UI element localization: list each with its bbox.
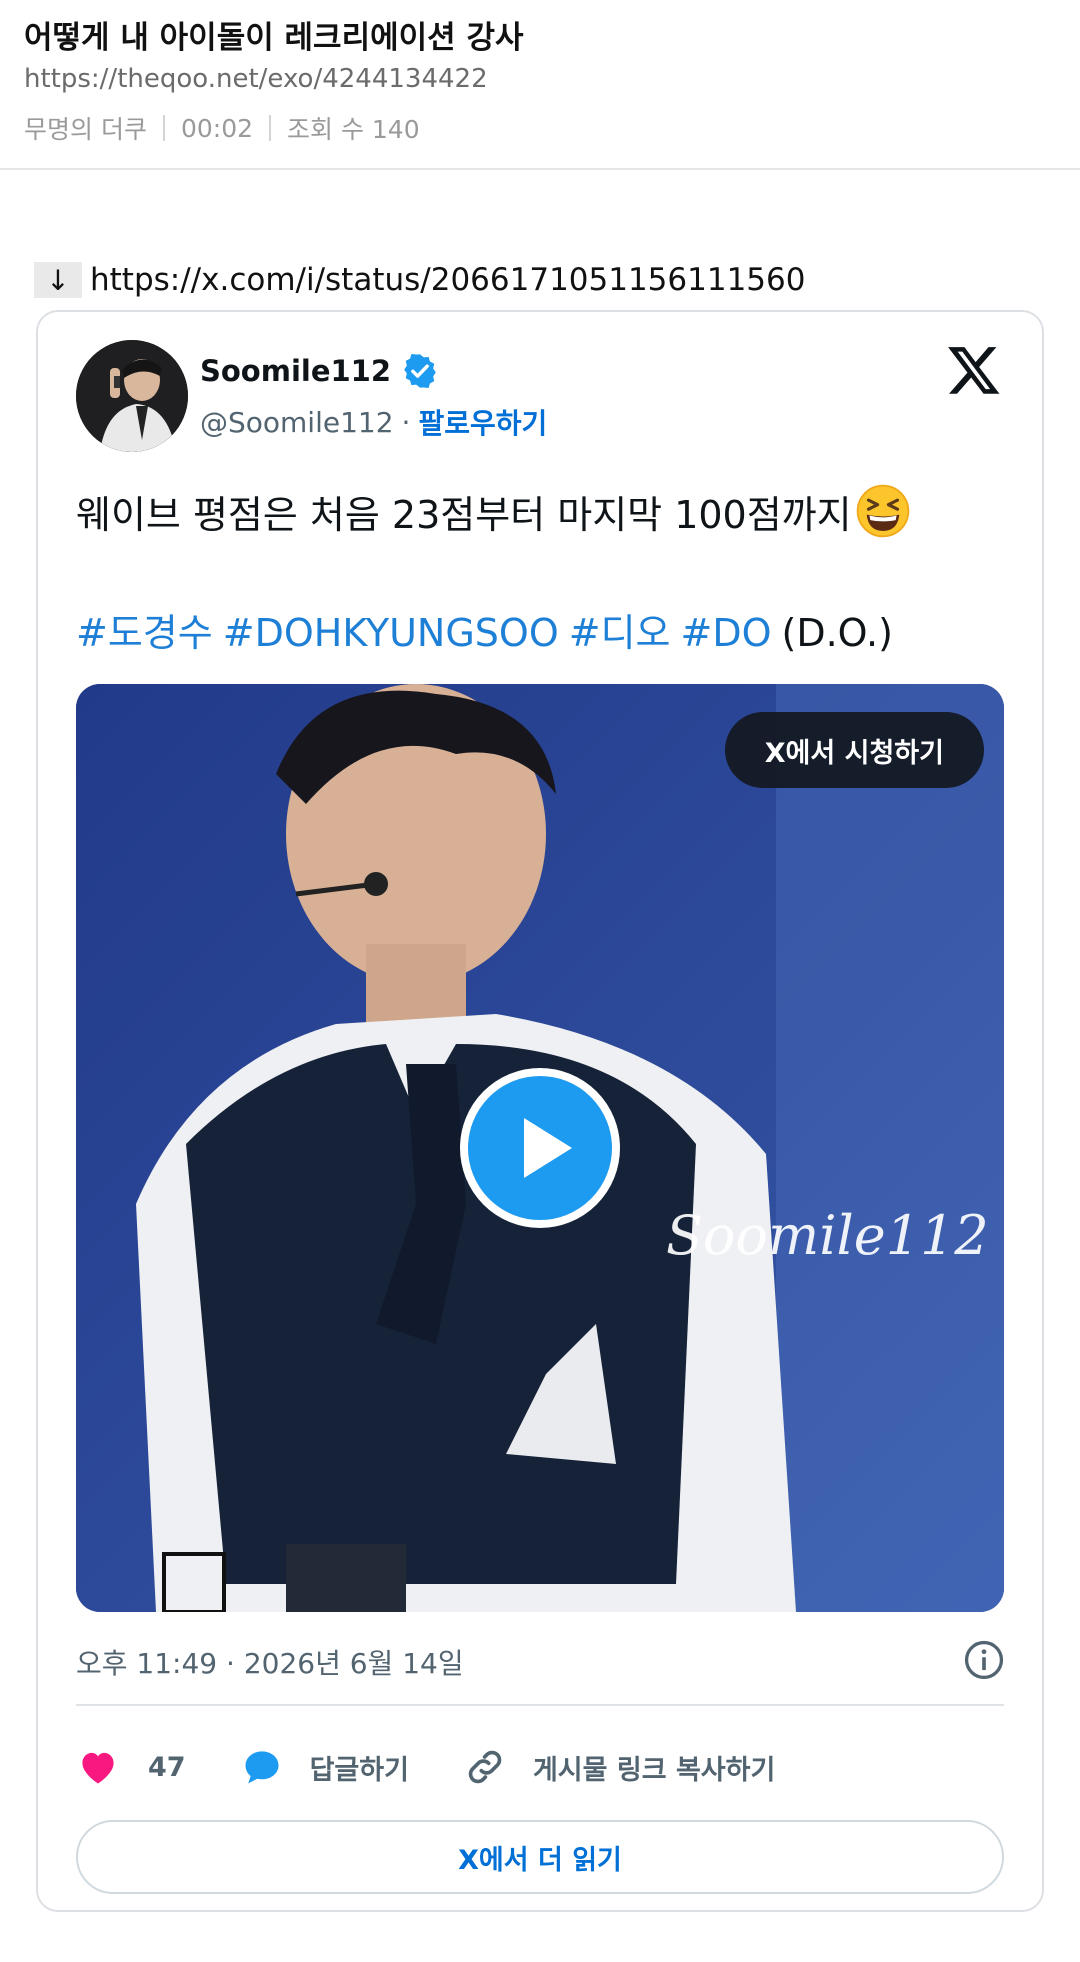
trailing-text: (D.O.) <box>781 611 893 655</box>
post-views: 조회 수 140 <box>287 115 420 144</box>
down-arrow-icon: ↓ <box>34 262 82 298</box>
hashtag-line: #도경수 #DOHKYUNGSOO #디오 #DO (D.O.) <box>76 602 893 657</box>
handle-row: @Soomile112 · 팔로우하기 <box>200 402 547 442</box>
display-name-text: Soomile112 <box>200 354 392 388</box>
info-icon[interactable] <box>962 1638 1006 1682</box>
tweet-display-name[interactable]: Soomile112 <box>200 352 439 390</box>
source-link-line: ↓ https://x.com/i/status/206617105115611… <box>34 262 805 298</box>
post-header: 어떻게 내 아이돌이 레크리에이션 강사 https://theqoo.net/… <box>0 0 1080 170</box>
read-more-on-x-button[interactable]: X에서 더 읽기 <box>76 1820 1004 1894</box>
grinning-squinting-face-icon <box>856 484 909 538</box>
copy-link-button[interactable]: 게시물 링크 복사하기 <box>463 1745 775 1789</box>
source-url-link[interactable]: https://x.com/i/status/20661710511561115… <box>90 262 805 298</box>
play-icon[interactable] <box>460 1068 620 1228</box>
divider <box>76 1704 1004 1706</box>
verified-badge-icon <box>404 354 436 388</box>
heart-icon <box>82 1752 114 1784</box>
tweet-text-body: 웨이브 평점은 처음 23점부터 마지막 100점까지 <box>76 492 852 537</box>
tweet-actions: 47 답글하기 게시물 링크 복사하기 <box>76 1732 829 1802</box>
watch-on-x-button[interactable]: X에서 시청하기 <box>724 712 984 788</box>
like-count: 47 <box>148 1751 186 1783</box>
x-logo-icon[interactable] <box>946 342 1002 398</box>
hashtag-link[interactable]: #DOHKYUNGSOO <box>223 611 559 655</box>
reply-label: 답글하기 <box>309 1754 409 1786</box>
tweet-handle[interactable]: @Soomile112 <box>200 406 394 439</box>
post-time: 00:02 <box>180 113 253 143</box>
speech-bubble-icon <box>245 1751 279 1784</box>
post-title[interactable]: 어떻게 내 아이돌이 레크리에이션 강사 <box>24 12 524 57</box>
follow-button[interactable]: 팔로우하기 <box>418 402 547 442</box>
video-thumbnail[interactable]: X에서 시청하기 Soomile112 <box>76 684 1004 1612</box>
link-icon <box>468 1750 502 1784</box>
page: 어떻게 내 아이돌이 레크리에이션 강사 https://theqoo.net/… <box>0 0 1080 1962</box>
meta-divider <box>162 115 165 141</box>
copy-link-label: 게시물 링크 복사하기 <box>532 1754 776 1786</box>
meta-divider <box>269 115 271 141</box>
reply-button[interactable]: 답글하기 <box>240 1745 409 1789</box>
hashtag-link[interactable]: #DO <box>681 611 772 655</box>
post-author: 무명의 더쿠 <box>24 115 147 144</box>
hashtag-link[interactable]: #도경수 <box>76 611 213 655</box>
tweet-timestamp[interactable]: 오후 11:49 · 2026년 6월 14일 <box>76 1642 464 1682</box>
tweet-embed-card: Soomile112 @Soomile112 · 팔로우하기 웨이브 평점은 처… <box>36 310 1044 1912</box>
post-url[interactable]: https://theqoo.net/exo/4244134422 <box>24 64 488 94</box>
hashtag-link[interactable]: #디오 <box>569 611 671 655</box>
like-button[interactable]: 47 <box>76 1745 186 1789</box>
post-meta: 무명의 더쿠 00:02 조회 수 140 <box>24 110 420 146</box>
avatar[interactable] <box>76 340 188 452</box>
tweet-text: 웨이브 평점은 처음 23점부터 마지막 100점까지 <box>76 482 912 540</box>
handle-separator: · <box>401 405 411 439</box>
video-watermark: Soomile112 <box>666 1204 989 1267</box>
